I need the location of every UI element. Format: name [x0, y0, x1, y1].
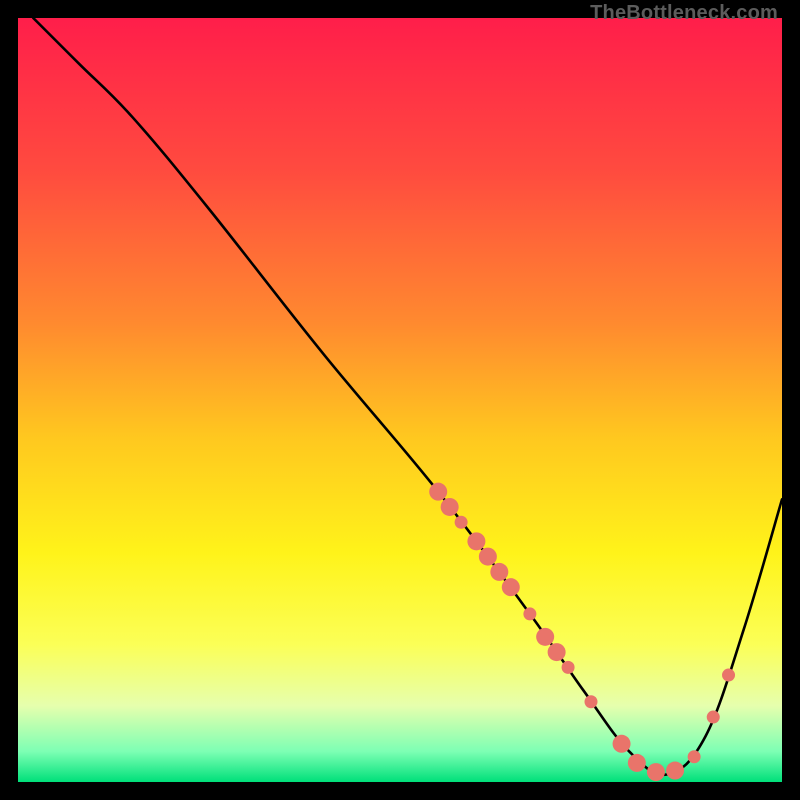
- scatter-point: [441, 498, 459, 516]
- plot-area: [18, 18, 782, 782]
- scatter-point: [548, 643, 566, 661]
- scatter-point: [490, 563, 508, 581]
- scatter-point: [707, 711, 720, 724]
- scatter-point: [585, 695, 598, 708]
- scatter-point: [666, 762, 684, 780]
- scatter-point: [479, 548, 497, 566]
- scatter-points: [429, 483, 735, 781]
- bottleneck-curve: [33, 18, 782, 775]
- scatter-point: [502, 578, 520, 596]
- scatter-point: [562, 661, 575, 674]
- scatter-point: [467, 532, 485, 550]
- scatter-point: [429, 483, 447, 501]
- scatter-point: [523, 607, 536, 620]
- scatter-point: [613, 735, 631, 753]
- scatter-point: [455, 516, 468, 529]
- scatter-point: [722, 669, 735, 682]
- scatter-point: [628, 754, 646, 772]
- chart-container: TheBottleneck.com: [0, 0, 800, 800]
- scatter-point: [688, 750, 701, 763]
- watermark-text: TheBottleneck.com: [590, 2, 778, 25]
- curve-layer: [18, 18, 782, 782]
- scatter-point: [647, 763, 665, 781]
- scatter-point: [536, 628, 554, 646]
